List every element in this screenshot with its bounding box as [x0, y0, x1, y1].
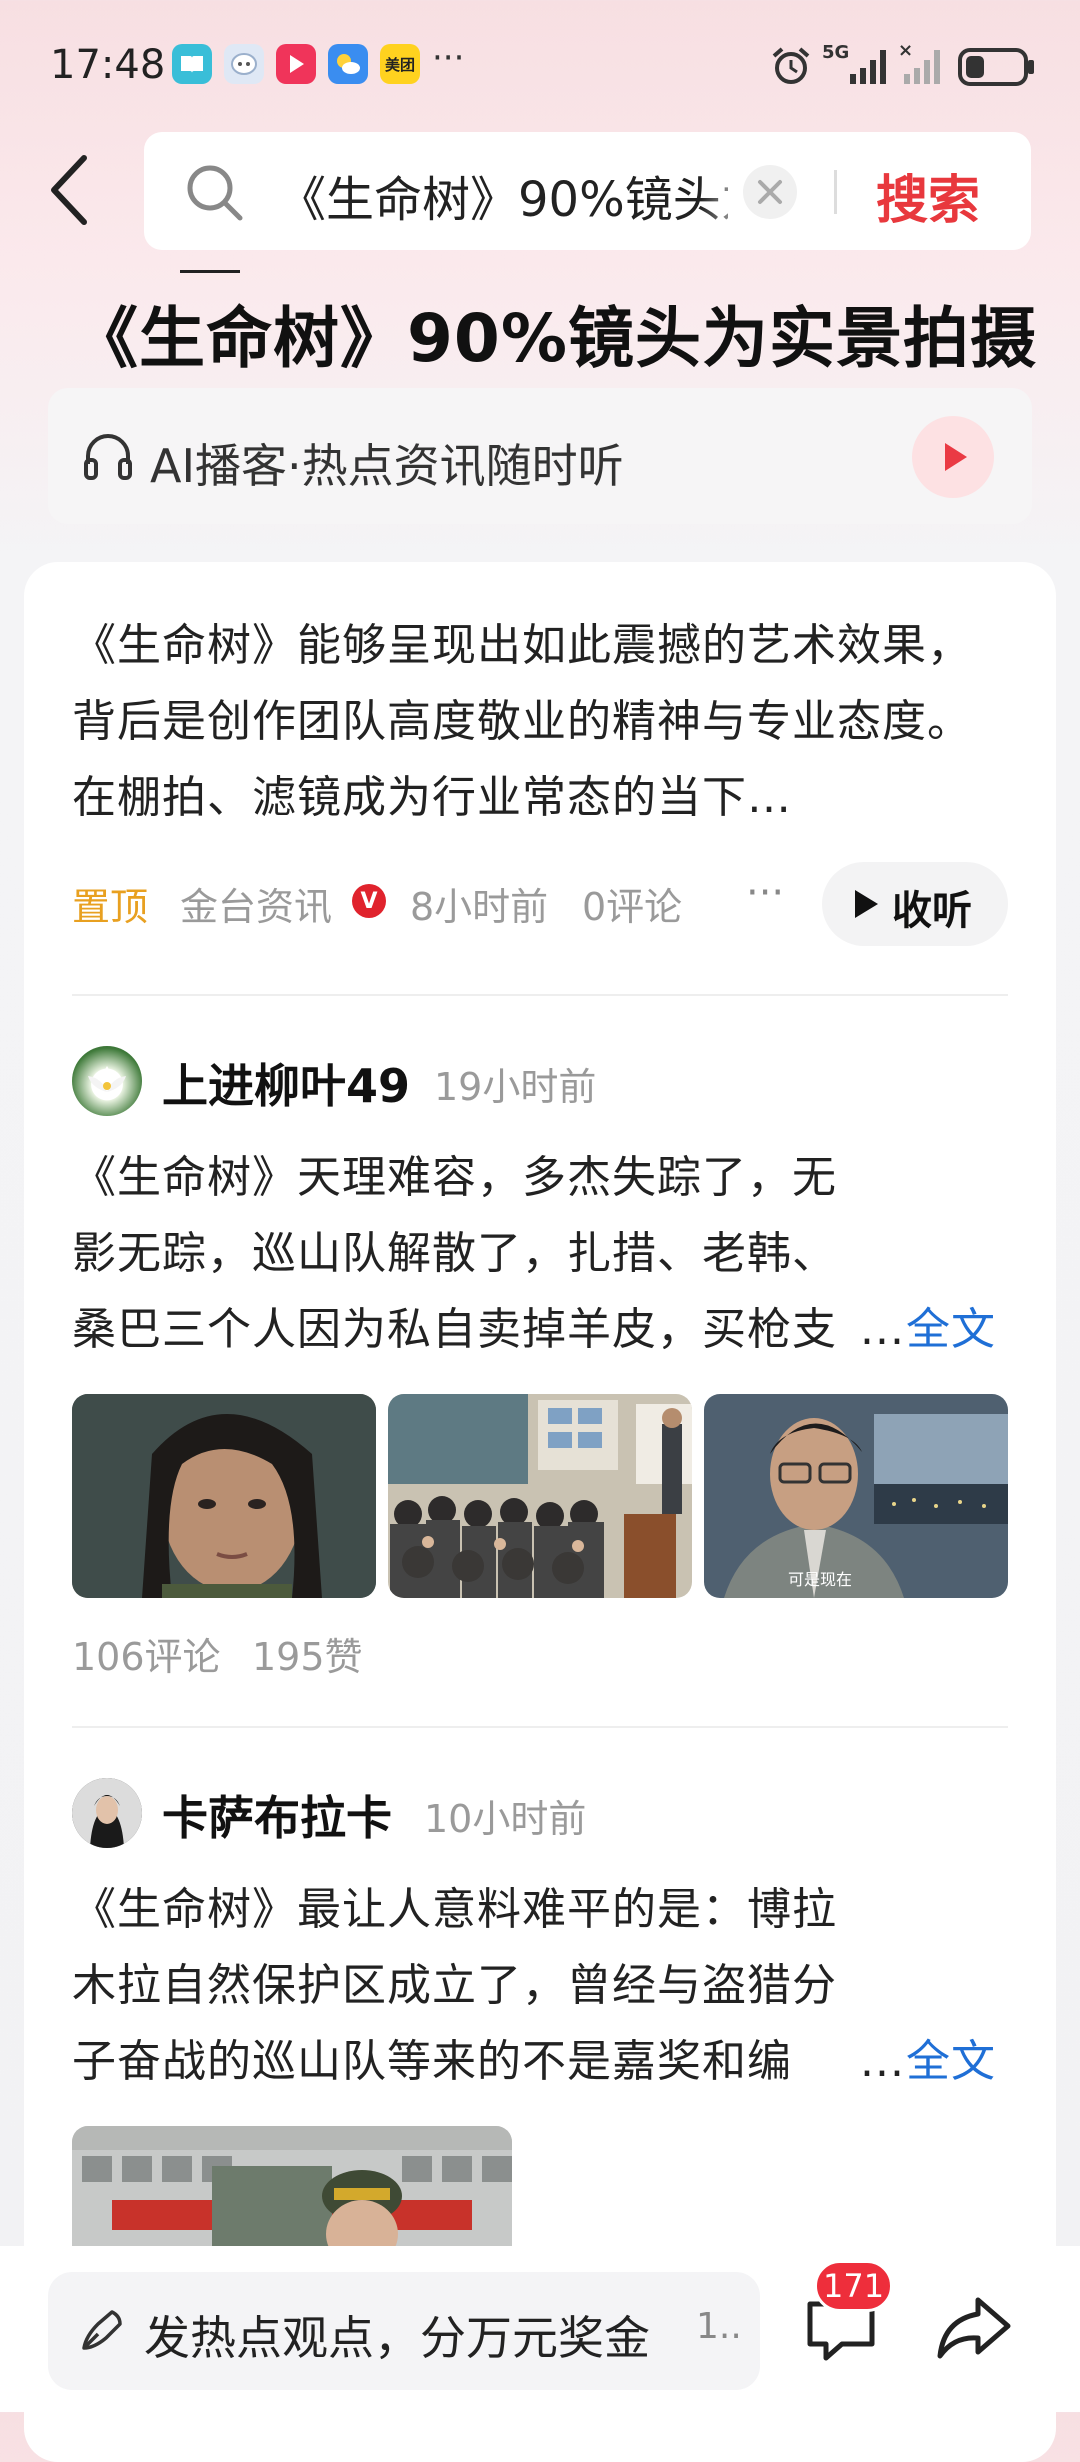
still-man-glasses — [704, 1394, 1008, 1598]
more-options-icon[interactable]: ··· — [746, 870, 784, 916]
chat-app-icon — [224, 44, 264, 84]
reader-app-icon — [172, 44, 212, 84]
divider — [72, 1726, 1008, 1728]
article-time: 8小时前 — [410, 885, 549, 929]
pinned-label: 置顶 — [72, 885, 149, 929]
post-username[interactable]: 上进柳叶49 — [162, 1050, 410, 1116]
post-text[interactable]: 《生命树》天理难容，多杰失踪了，无影无踪，巡山队解散了，扎措、老韩、桑巴三个人因… — [72, 1140, 872, 1368]
status-bar: 17:48 美团 ··· 5G × — [0, 0, 1080, 130]
post-image[interactable] — [72, 2126, 512, 2256]
post-image[interactable]: 可是现在 — [704, 1394, 1008, 1598]
clear-search-icon[interactable] — [740, 162, 800, 222]
article-comments[interactable]: 0评论 — [582, 876, 682, 931]
status-time: 17:48 — [50, 42, 166, 88]
weather-app-icon — [328, 44, 368, 84]
full-text-link[interactable]: 全文 — [906, 2024, 996, 2100]
meituan-app-icon: 美团 — [380, 44, 420, 84]
page-title: 《生命树》90%镜头为实景拍摄 — [72, 300, 1037, 377]
battery-icon — [958, 48, 1034, 86]
post-comments[interactable]: 106评论 — [72, 1626, 221, 1681]
video-app-icon — [276, 44, 316, 84]
still-meeting-room — [388, 1394, 692, 1598]
ai-podcast-label: AI播客·热点资讯随时听 — [150, 439, 624, 493]
portrait-avatar-icon — [72, 1778, 142, 1848]
signal-strength-icon — [850, 50, 886, 84]
post-ellipsis: ... — [860, 2036, 905, 2087]
post-username[interactable]: 卡萨布拉卡 — [162, 1782, 392, 1848]
top-article-text[interactable]: 《生命树》能够呈现出如此震撼的艺术效果，背后是创作团队高度敬业的精神与专业态度。… — [72, 608, 1008, 836]
search-divider — [834, 170, 837, 214]
more-notifications-icon: ··· — [432, 38, 465, 78]
search-button[interactable]: 搜索 — [876, 158, 980, 233]
signal-weak-icon — [904, 50, 940, 84]
article-source[interactable]: 金台资讯 — [180, 876, 332, 931]
divider — [72, 994, 1008, 996]
tab-indicator — [180, 270, 240, 273]
full-text-link[interactable]: 全文 — [906, 1292, 996, 1368]
play-podcast-button[interactable] — [912, 416, 994, 498]
post-image[interactable] — [72, 1394, 376, 1598]
comment-placeholder[interactable]: 发热点观点，分万元奖金 — [144, 2302, 650, 2368]
headphones-icon — [84, 434, 132, 480]
back-arrow-icon[interactable] — [42, 150, 102, 230]
comment-count-badge: 171 — [814, 2260, 894, 2312]
lotus-flower-icon — [88, 1066, 126, 1092]
post-time: 19小时前 — [434, 1065, 597, 1109]
post-image[interactable] — [388, 1394, 692, 1598]
verified-badge-icon: V — [352, 884, 386, 918]
still-woman-closeup — [72, 1394, 376, 1598]
avatar[interactable] — [72, 1778, 142, 1848]
search-icon — [187, 165, 243, 221]
alarm-icon — [772, 47, 810, 84]
search-input[interactable]: 《生命树》90%镜头为实景拍摄 — [278, 160, 728, 230]
image-caption: 可是现在 — [788, 1570, 853, 1589]
post-ellipsis: ... — [860, 1304, 905, 1355]
post-likes[interactable]: 195赞 — [252, 1626, 363, 1681]
pen-icon — [82, 2310, 122, 2350]
play-icon — [855, 890, 878, 918]
post-text[interactable]: 《生命树》最让人意料难平的是：博拉木拉自然保护区成立了，曾经与盗猎分子奋战的巡山… — [72, 1872, 872, 2100]
network-5g-label: 5G — [822, 42, 850, 63]
share-icon[interactable] — [934, 2290, 1014, 2368]
post-time: 10小时前 — [424, 1797, 587, 1841]
listen-label: 收听 — [892, 888, 972, 934]
still-ceremony-building — [72, 2126, 512, 2256]
comment-placeholder-more: 1.. — [696, 2306, 742, 2347]
avatar[interactable] — [72, 1046, 142, 1116]
